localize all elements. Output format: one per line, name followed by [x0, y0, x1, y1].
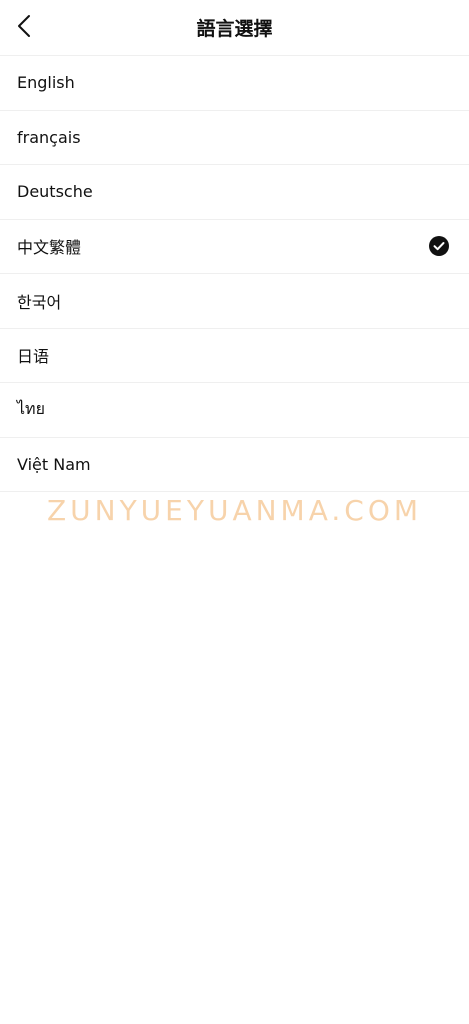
- language-label: français: [17, 127, 81, 147]
- language-item-traditional-chinese[interactable]: 中文繁體: [0, 220, 469, 274]
- language-item-korean[interactable]: 한국어: [0, 274, 469, 329]
- language-label: Deutsche: [17, 182, 93, 202]
- back-button[interactable]: [10, 14, 38, 42]
- language-label: English: [17, 73, 75, 93]
- language-item-english[interactable]: English: [0, 56, 469, 111]
- check-circle-icon: [429, 236, 449, 257]
- language-item-german[interactable]: Deutsche: [0, 165, 469, 220]
- header: 語言選擇: [0, 0, 469, 56]
- language-label: 中文繁體: [17, 238, 82, 258]
- language-item-french[interactable]: français: [0, 111, 469, 165]
- language-item-japanese[interactable]: 日语: [0, 329, 469, 383]
- language-label: 日语: [17, 347, 50, 367]
- language-item-thai[interactable]: ไทย: [0, 383, 469, 438]
- language-label: ไทย: [17, 399, 45, 419]
- page-title: 語言選擇: [196, 18, 273, 40]
- language-item-vietnamese[interactable]: Việt Nam: [0, 438, 469, 492]
- language-label: Việt Nam: [17, 454, 91, 474]
- watermark: ZUNYUEYUANMA.COM: [46, 494, 423, 527]
- language-label: 한국어: [17, 292, 62, 312]
- chevron-left-icon: [16, 14, 32, 42]
- language-list: English français Deutsche 中文繁體 한국어 日语 ไท…: [0, 56, 469, 492]
